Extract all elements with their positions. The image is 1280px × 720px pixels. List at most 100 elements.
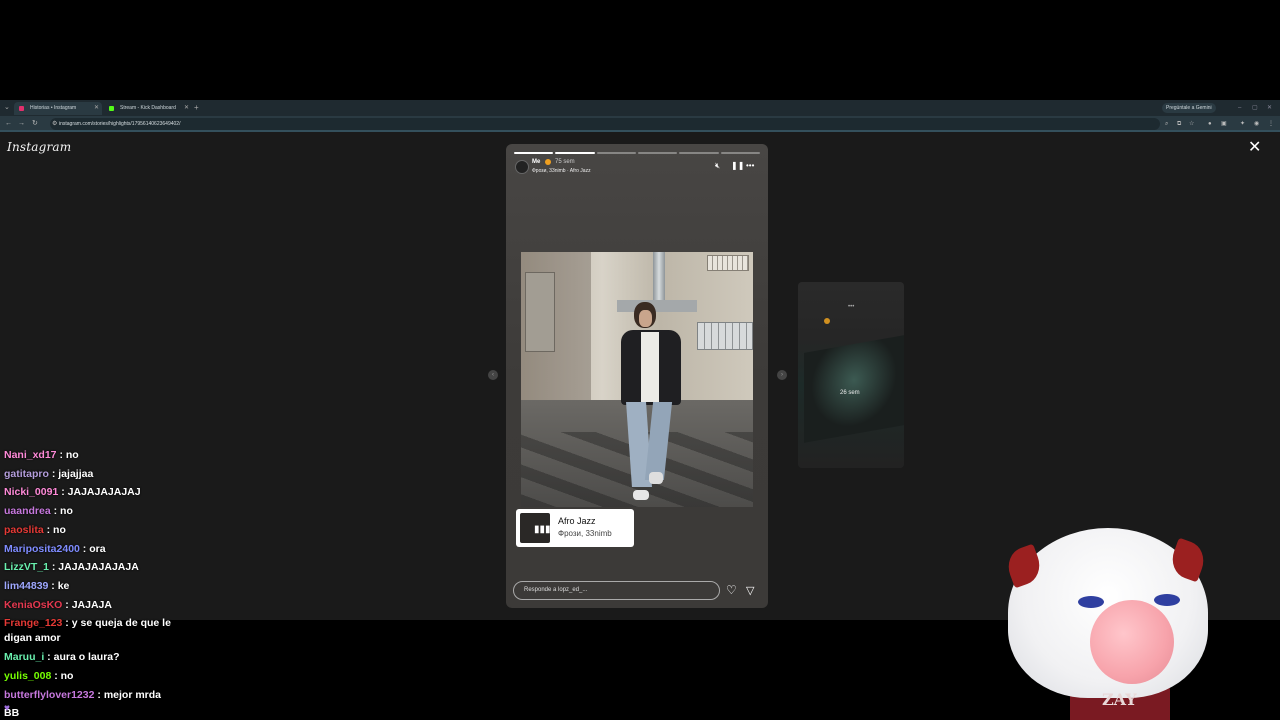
- progress-segment: [679, 152, 719, 154]
- chat-separator: :: [58, 486, 68, 499]
- person-shoe-right: [649, 472, 663, 484]
- chat-separator: :: [62, 617, 72, 630]
- chat-message: lim44839 : ke: [4, 577, 179, 596]
- music-title: Afro Jazz: [558, 516, 596, 526]
- chat-username[interactable]: Mariposita2400: [4, 543, 80, 555]
- chat-separator: :: [62, 598, 72, 611]
- gemini-button[interactable]: Pregúntale a Gemini: [1162, 103, 1216, 113]
- chat-message: KeniaOsKO : JAJAJA: [4, 596, 179, 615]
- chat-username[interactable]: Nani_xd17: [4, 449, 57, 461]
- chat-message: Frange_123 : y se queja de que le digan …: [4, 616, 179, 646]
- stream-chat-overlay: Nani_xd17 : no gatitapro : jajajjaa Nicki_…: [4, 446, 179, 720]
- tab-bar: ⌄ Historias • Instagram ✕ Stream - Kick …: [0, 100, 1280, 116]
- chat-username[interactable]: paoslita: [4, 524, 44, 536]
- chat-separator: :: [79, 542, 90, 555]
- vtuber-eye-right: [1154, 594, 1180, 606]
- send-icon[interactable]: ▽: [746, 583, 754, 599]
- progress-segment: [596, 152, 636, 154]
- story-viewer[interactable]: Me 75 sem Фрози, 33nimb · Afro Jazz 🔇︎ ❚…: [506, 144, 768, 608]
- chat-text: jajajjaa: [58, 467, 94, 480]
- chat-text: no: [60, 670, 74, 683]
- next-story-arrow-icon[interactable]: ›: [777, 370, 787, 380]
- install-icon[interactable]: ⧉: [1177, 118, 1181, 130]
- chat-text: no: [53, 523, 66, 536]
- audio-bars-icon: ▮▮▮: [534, 524, 551, 535]
- chat-username[interactable]: gatitapro: [4, 468, 49, 480]
- vtuber-avatar: ZAY: [1000, 520, 1220, 720]
- progress-segment: [514, 152, 554, 154]
- extensions-puzzle-icon[interactable]: ✦: [1240, 118, 1245, 130]
- photo-vent: [707, 255, 749, 271]
- vtuber-gum-bubble: [1090, 600, 1174, 684]
- next-story-preview[interactable]: ••• 26 sem: [798, 282, 904, 468]
- chat-text: JAJAJAJAJAJ: [67, 486, 141, 499]
- music-sticker[interactable]: ▮▮▮ Afro Jazz Фрози, 33nimb: [516, 509, 634, 547]
- chat-text: no: [60, 505, 73, 518]
- site-info-icon[interactable]: ⚙: [52, 118, 57, 130]
- forward-arrow-icon[interactable]: →: [18, 118, 25, 130]
- chat-username[interactable]: Maruu_i: [4, 651, 44, 663]
- chat-username[interactable]: Nicki_0091: [4, 486, 58, 498]
- more-options-icon[interactable]: •••: [746, 161, 754, 171]
- next-story-time: 26 sem: [840, 390, 860, 396]
- chat-separator: :: [94, 688, 104, 701]
- mute-icon[interactable]: 🔇︎: [715, 161, 720, 171]
- extension-icon[interactable]: ●: [1208, 118, 1212, 130]
- close-tab-icon[interactable]: ✕: [184, 102, 189, 115]
- reply-placeholder: Responde a lopz_ed_...: [524, 587, 588, 593]
- tab-kick[interactable]: Stream - Kick Dashboard ✕: [104, 102, 192, 115]
- chat-username[interactable]: yulis_008: [4, 670, 51, 682]
- close-tab-icon[interactable]: ✕: [94, 102, 99, 115]
- chat-message: uaandrea : no: [4, 502, 179, 521]
- chat-text: JAJAJA: [71, 598, 112, 611]
- chat-message: yulis_008 : no: [4, 667, 179, 686]
- chat-text: ora: [89, 542, 106, 555]
- story-username[interactable]: Me: [532, 159, 540, 165]
- chat-message: Mariposita2400 : ora: [4, 540, 179, 559]
- chat-separator: :: [48, 561, 59, 574]
- vtuber-shirt-label: ZAY: [1102, 690, 1137, 709]
- downloads-icon[interactable]: ▣: [1221, 118, 1227, 130]
- like-heart-icon[interactable]: ♡: [726, 582, 737, 598]
- instagram-logo[interactable]: Instagram: [7, 140, 71, 154]
- chat-message: butterflylover1232 : mejor mrda BB: [4, 686, 179, 720]
- story-progress-bar: [514, 152, 760, 154]
- profile-icon[interactable]: ◉: [1254, 118, 1259, 130]
- story-music-line[interactable]: Фрози, 33nimb · Afro Jazz: [532, 168, 591, 174]
- pause-icon[interactable]: ❚❚: [731, 161, 744, 171]
- chat-username[interactable]: KeniaOsKO: [4, 599, 62, 611]
- close-stories-icon[interactable]: ✕: [1248, 140, 1261, 156]
- chat-separator: :: [56, 449, 66, 461]
- story-time: 75 sem: [555, 159, 575, 165]
- new-tab-plus-icon[interactable]: +: [194, 102, 199, 114]
- chat-username[interactable]: uaandrea: [4, 505, 51, 517]
- back-arrow-icon[interactable]: ←: [5, 118, 12, 130]
- zoom-icon[interactable]: ⌕: [1165, 118, 1168, 130]
- screen: ⌄ Historias • Instagram ✕ Stream - Kick …: [0, 0, 1280, 720]
- url-field[interactable]: ⚙ instagram.com/stories/highlights/17956…: [50, 118, 1194, 130]
- minimize-icon[interactable]: –: [1238, 103, 1241, 113]
- chat-username[interactable]: butterflylover1232: [4, 689, 94, 701]
- purple-heart-icon: ♥: [4, 703, 10, 714]
- chat-message: paoslita : no: [4, 521, 179, 540]
- reply-input[interactable]: Responde a lopz_ed_...: [513, 581, 720, 600]
- chat-message: Maruu_i : aura o laura?: [4, 648, 179, 667]
- chat-separator: :: [48, 579, 58, 592]
- tab-instagram[interactable]: Historias • Instagram ✕: [14, 102, 102, 115]
- bookmark-star-icon[interactable]: ☆: [1189, 118, 1194, 130]
- previous-story-arrow-icon[interactable]: ‹: [488, 370, 498, 380]
- tab-label: Historias • Instagram: [30, 105, 77, 111]
- chat-separator: :: [43, 523, 54, 536]
- menu-dots-icon[interactable]: ⋮: [1268, 118, 1274, 130]
- chat-username[interactable]: Frange_123: [4, 617, 62, 629]
- maximize-icon[interactable]: ▢: [1252, 103, 1258, 113]
- window-close-icon[interactable]: ✕: [1267, 103, 1272, 113]
- tab-search-icon[interactable]: ⌄: [4, 103, 12, 113]
- chat-username[interactable]: LizzVT_1: [4, 561, 49, 573]
- reload-icon[interactable]: ↻: [32, 118, 38, 130]
- avatar[interactable]: [515, 160, 529, 174]
- chat-username[interactable]: lim44839: [4, 580, 48, 592]
- person-face: [639, 310, 652, 327]
- chat-text: ke: [57, 579, 70, 592]
- tab-label: Stream - Kick Dashboard: [120, 105, 176, 111]
